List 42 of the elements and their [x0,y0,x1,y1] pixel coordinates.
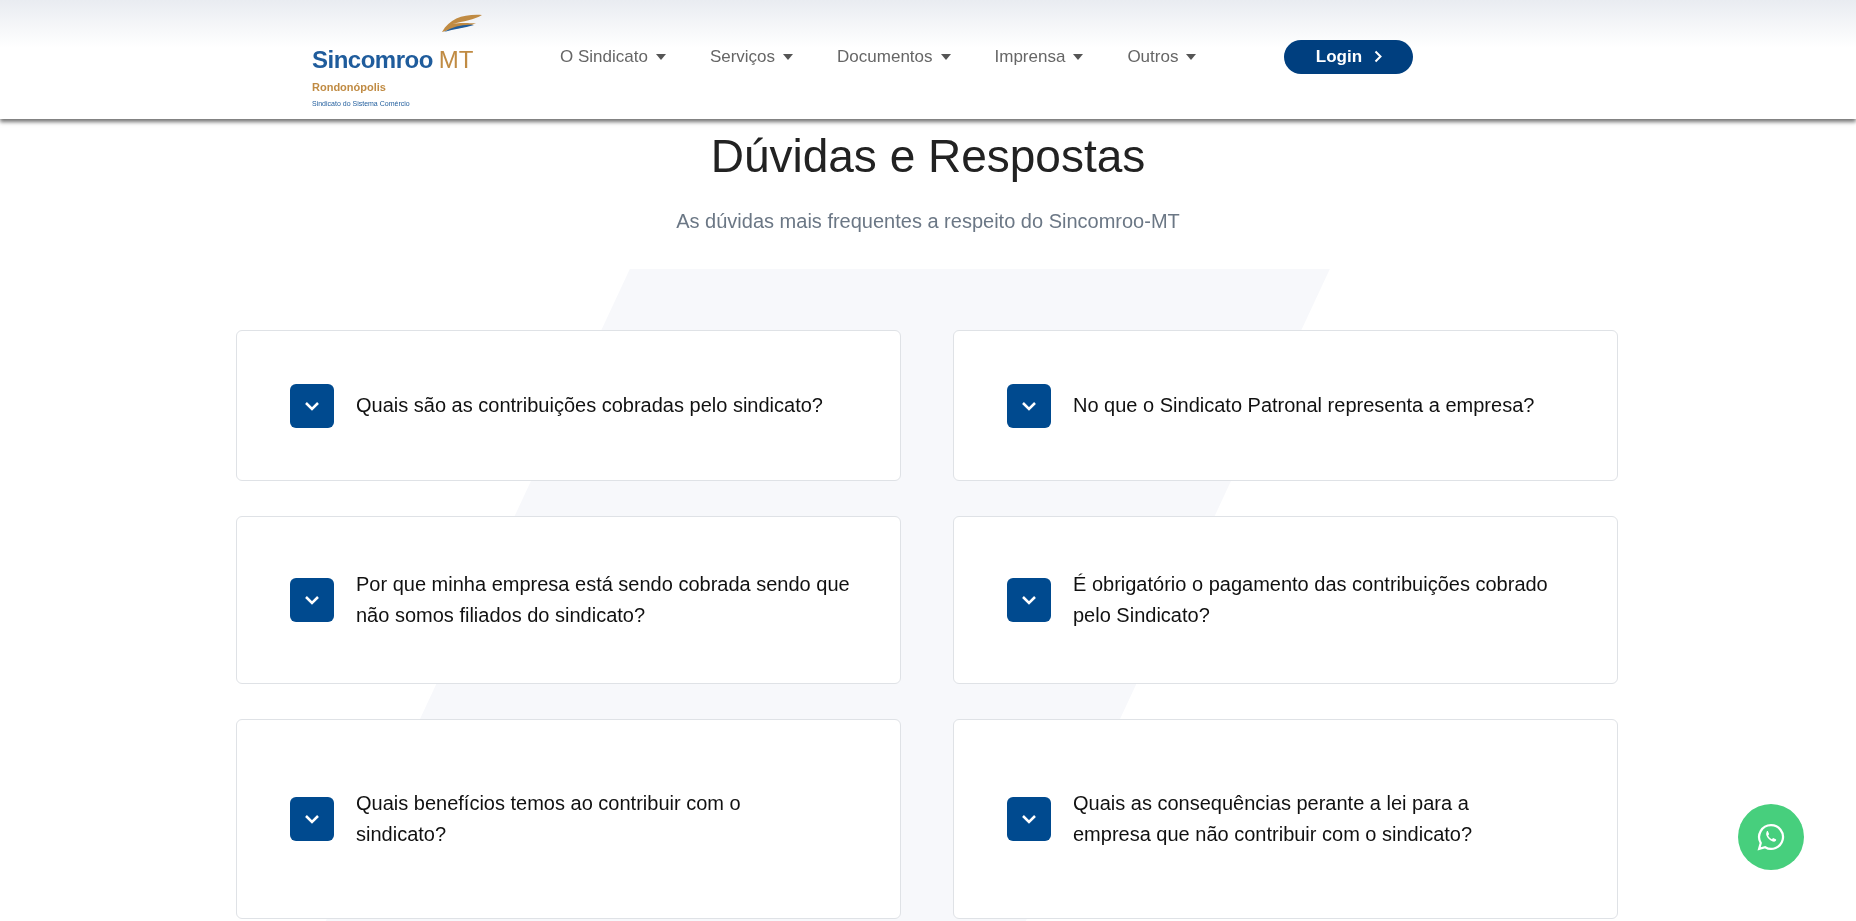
expand-toggle[interactable] [1007,578,1051,623]
expand-toggle[interactable] [290,383,334,428]
page-subheading: As dúvidas mais frequentes a respeito do Sincomroo-MT [675,209,1181,235]
nav-menu-item[interactable]: Documentos [837,43,951,70]
faq-card[interactable]: Quais são as contribuições cobradas pelo sindicato? [236,330,901,482]
faq-card[interactable]: Quais benefícios temos ao contribuir com o sindicato? [236,719,901,920]
logo-city: Rondonópolis [312,79,387,95]
faq-question: No que o Sindicato Patronal representa a empresa? [1073,393,1535,419]
nav-menu-item[interactable]: Serviços [709,43,794,70]
faq-card[interactable]: Quais as consequências perante a lei para a empresa que não contribuir com o sindicato? [953,719,1618,920]
chevron-down-icon [1021,400,1037,411]
faq-card[interactable]: É obrigatório o pagamento das contribuições cobrado pelo Sindicato? [953,516,1618,685]
caret-down-icon [940,53,951,60]
expand-toggle[interactable] [290,797,334,842]
logo-suffix: MT [438,44,474,75]
faq-question: É obrigatório o pagamento das contribuições cobrado pelo Sindicato? [1073,572,1549,629]
expand-toggle[interactable] [290,578,334,623]
whatsapp-icon [1756,822,1786,852]
caret-down-icon [1186,53,1197,60]
caret-down-icon [783,53,794,60]
chevron-down-icon [1021,814,1037,825]
page-heading: Dúvidas e Respostas [709,129,1147,184]
expand-toggle[interactable] [1007,383,1051,428]
chevron-down-icon [304,814,320,825]
faq-question: Por que minha empresa está sendo cobrada sendo que não somos filiados do sindicato? [356,572,851,629]
nav-menu-item[interactable]: Imprensa [994,43,1084,70]
login-button[interactable]: Login [1284,39,1414,74]
faq-question: Quais as consequências perante a lei para a empresa que não contribuir com o sindicato? [1073,791,1474,848]
faq-card[interactable]: No que o Sindicato Patronal representa a empresa? [953,330,1618,482]
nav-menu-item[interactable]: Outros [1127,43,1197,70]
faq-card[interactable]: Por que minha empresa está sendo cobrada sendo que não somos filiados do sindicato? [236,516,901,685]
chevron-right-icon [1374,50,1383,63]
caret-down-icon [655,53,666,60]
faq-question: Quais são as contribuições cobradas pelo sindicato? [356,393,823,419]
chevron-down-icon [304,400,320,411]
nav-menu-item[interactable]: O Sindicato [560,43,666,70]
caret-down-icon [1073,53,1084,60]
expand-toggle[interactable] [1007,797,1051,842]
logo-name: Sincomroo [312,44,433,75]
chevron-down-icon [1021,595,1037,606]
faq-question: Quais benefícios temos ao contribuir com o sindicato? [356,791,742,848]
chevron-down-icon [304,595,320,606]
